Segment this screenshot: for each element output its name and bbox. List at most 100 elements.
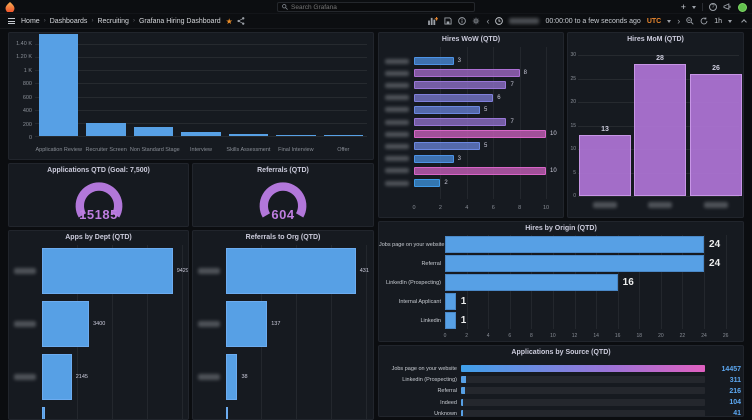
wow-bar — [414, 94, 493, 102]
divider — [702, 3, 703, 11]
panel-title[interactable]: Apps by Dept (QTD) — [9, 234, 188, 241]
redacted-month-label — [648, 202, 672, 208]
x-axis-tick: 14 — [591, 333, 601, 339]
bar-gauge-fill — [461, 365, 705, 372]
panel-referrals-qtd: Referrals (QTD) 604 — [192, 163, 374, 227]
zoom-out-icon[interactable] — [686, 17, 694, 25]
grafana-logo[interactable] — [5, 2, 15, 12]
user-avatar[interactable] — [738, 3, 747, 12]
x-axis-tick: 10 — [548, 333, 558, 339]
panel-title[interactable]: Hires MoM (QTD) — [568, 36, 743, 43]
save-dashboard-icon[interactable] — [444, 17, 452, 25]
gauge-value: 604 — [193, 207, 373, 222]
favorite-star-icon[interactable]: ★ — [226, 17, 233, 26]
category-label: Internal Applicant — [379, 299, 441, 305]
y-axis-tick: 15 — [568, 123, 576, 129]
redacted-date-label — [385, 95, 409, 100]
insights-icon[interactable] — [458, 17, 466, 25]
wow-bar — [414, 179, 440, 187]
panel-title[interactable]: Referrals (QTD) — [193, 167, 373, 174]
panel-title[interactable]: Hires WoW (QTD) — [379, 36, 563, 43]
gridline — [726, 235, 727, 329]
bar-gauge-track — [461, 387, 705, 394]
redacted-month-label — [593, 202, 617, 208]
bar-gauge-value: 104 — [709, 399, 741, 406]
panel-title[interactable]: Applications by Source (QTD) — [379, 349, 743, 356]
x-axis-tick: 2 — [436, 205, 444, 211]
redacted-date-label — [385, 107, 409, 112]
category-label: LinkedIn (Prospecting) — [379, 280, 441, 286]
collapse-toolbar-icon[interactable] — [741, 19, 747, 25]
panel-hires-mom: Hires MoM (QTD) 302520151050132826 — [567, 32, 744, 218]
add-visualization-icon[interactable] — [428, 17, 438, 25]
category-label: Jobs page on your website — [379, 366, 457, 372]
redacted-date-label — [385, 71, 409, 76]
redacted-category-label — [198, 268, 220, 274]
category-label: Referral — [379, 388, 457, 394]
origin-bar — [445, 293, 456, 310]
bar-gauge-fill — [461, 387, 465, 394]
dashboard-settings-icon[interactable] — [472, 17, 480, 25]
bar-value-label: 7 — [510, 82, 513, 88]
redacted-date-label — [385, 132, 409, 137]
bar-value-label: 13 — [579, 126, 631, 133]
mega-menu-icon[interactable] — [8, 18, 15, 24]
redacted-month-label — [704, 202, 728, 208]
bar-value-label: 26 — [690, 65, 742, 72]
panel-applications-by-source: Applications by Source (QTD) Jobs page o… — [378, 345, 744, 417]
add-menu-button[interactable]: + — [681, 2, 686, 12]
gridline — [35, 136, 367, 137]
search-input[interactable] — [291, 4, 451, 11]
global-search[interactable] — [277, 2, 475, 12]
mom-bar — [690, 74, 742, 196]
news-icon[interactable] — [723, 3, 732, 11]
help-icon[interactable]: ? — [709, 3, 717, 11]
hbar — [42, 301, 89, 347]
time-range-label[interactable]: 00:00:00 to a few seconds ago — [545, 18, 640, 25]
y-axis-tick: 0 — [9, 135, 32, 141]
funnel-bar — [134, 127, 173, 136]
panel-title[interactable]: Applications QTD (Goal: 7,500) — [9, 167, 188, 174]
y-axis-tick: 20 — [568, 99, 576, 105]
time-shift-forward-icon[interactable]: › — [677, 17, 680, 26]
panel-title[interactable]: Hires by Origin (QTD) — [379, 225, 743, 232]
refresh-interval-label[interactable]: 1h — [714, 18, 722, 25]
timezone-label[interactable]: UTC — [647, 18, 661, 25]
panel-hires-by-origin: Hires by Origin (QTD) 024681012141618202… — [378, 221, 744, 342]
x-axis-tick: 20 — [656, 333, 666, 339]
origin-bar — [445, 236, 704, 253]
origin-bar — [445, 274, 618, 291]
hbar — [226, 301, 267, 347]
share-icon[interactable] — [237, 17, 245, 25]
redacted-category-label — [14, 321, 36, 327]
hbar — [226, 354, 237, 400]
wow-bar — [414, 81, 506, 89]
funnel-bar — [229, 134, 268, 136]
funnel-bar — [181, 132, 220, 136]
funnel-bar — [324, 135, 363, 136]
bar-value-label: 2 — [444, 180, 447, 186]
x-axis-category: Offer — [320, 147, 367, 153]
redacted-date — [509, 18, 539, 24]
breadcrumb-recruiting[interactable]: Recruiting — [97, 18, 129, 25]
breadcrumb-home[interactable]: Home — [21, 18, 40, 25]
refresh-icon[interactable] — [700, 17, 708, 25]
breadcrumb-dashboards[interactable]: Dashboards — [50, 18, 88, 25]
wow-bar — [414, 167, 546, 175]
time-picker-clock-icon[interactable] — [495, 17, 503, 25]
category-label: Indeed — [379, 400, 457, 406]
panel-title[interactable]: Referrals to Org (QTD) — [193, 234, 373, 241]
redacted-date-label — [385, 144, 409, 149]
time-shift-back-icon[interactable]: ‹ — [486, 17, 489, 26]
bar-value-label: 2145 — [76, 374, 88, 380]
breadcrumb-current[interactable]: Grafana Hiring Dashboard — [139, 18, 221, 25]
bar-value-label: 10 — [550, 168, 557, 174]
y-axis-tick: 800 — [9, 81, 32, 87]
hbar — [42, 248, 173, 294]
breadcrumb: Home› Dashboards› Recruiting› Grafana Hi… — [21, 18, 221, 25]
bar-value-label: 24 — [709, 258, 720, 269]
bar-value-label: 10 — [550, 131, 557, 137]
bar-gauge-value: 216 — [709, 388, 741, 395]
hbar — [42, 354, 72, 400]
redacted-date-label — [385, 181, 409, 186]
